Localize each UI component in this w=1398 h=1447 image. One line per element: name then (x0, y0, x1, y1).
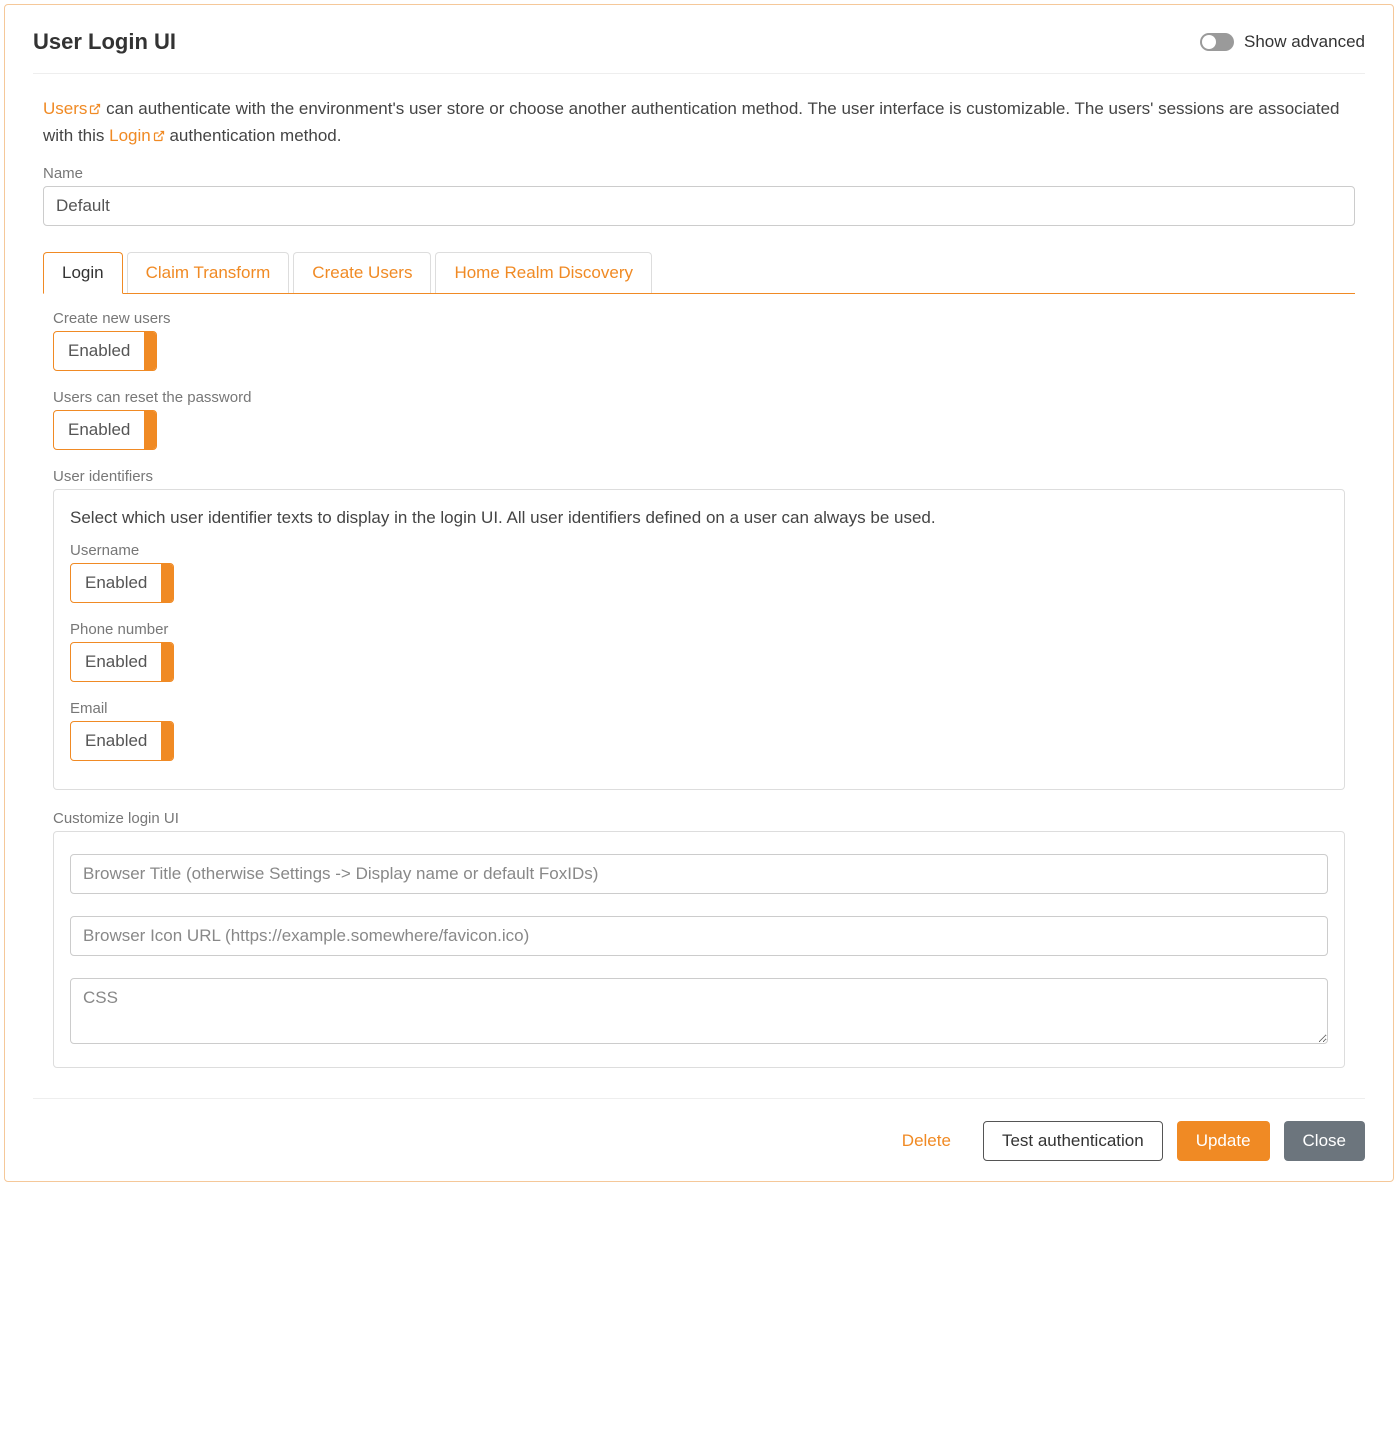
tabs: Login Claim Transform Create Users Home … (43, 252, 1355, 294)
tab-claim-transform[interactable]: Claim Transform (127, 252, 290, 293)
email-toggle[interactable]: Enabled (70, 721, 174, 761)
username-label: Username (70, 542, 1328, 559)
test-authentication-button[interactable]: Test authentication (983, 1121, 1163, 1161)
browser-icon-input[interactable] (70, 916, 1328, 956)
tab-login[interactable]: Login (43, 252, 123, 294)
reset-password-label: Users can reset the password (53, 389, 1345, 406)
toggle-switch-icon[interactable] (1200, 33, 1234, 51)
create-new-users-toggle[interactable]: Enabled (53, 331, 157, 371)
create-new-users-label: Create new users (53, 310, 1345, 327)
customize-login-box (53, 831, 1345, 1068)
css-textarea[interactable] (70, 978, 1328, 1044)
login-link[interactable]: Login (109, 126, 165, 145)
user-identifiers-box: Select which user identifier texts to di… (53, 489, 1345, 790)
show-advanced-label: Show advanced (1244, 32, 1365, 52)
customize-login-label: Customize login UI (53, 810, 1345, 827)
toggle-handle-icon (144, 332, 156, 370)
email-label: Email (70, 700, 1328, 717)
reset-password-toggle[interactable]: Enabled (53, 410, 157, 450)
create-new-users-field: Create new users Enabled (53, 310, 1345, 371)
user-identifiers-label: User identifiers (53, 468, 1345, 485)
users-link[interactable]: Users (43, 99, 101, 118)
browser-title-input[interactable] (70, 854, 1328, 894)
customize-login-section: Customize login UI (53, 810, 1345, 1068)
username-toggle[interactable]: Enabled (70, 563, 174, 603)
tab-home-realm-discovery[interactable]: Home Realm Discovery (435, 252, 652, 293)
page-title: User Login UI (33, 29, 176, 55)
username-field: Username Enabled (70, 542, 1328, 603)
panel-footer: Delete Test authentication Update Close (33, 1098, 1365, 1161)
close-button[interactable]: Close (1284, 1121, 1365, 1161)
phone-label: Phone number (70, 621, 1328, 638)
user-identifiers-section: User identifiers Select which user ident… (53, 468, 1345, 790)
user-login-panel: User Login UI Show advanced Users can au… (4, 4, 1394, 1182)
toggle-handle-icon (161, 643, 173, 681)
external-link-icon (89, 97, 101, 123)
phone-toggle[interactable]: Enabled (70, 642, 174, 682)
phone-field: Phone number Enabled (70, 621, 1328, 682)
email-field: Email Enabled (70, 700, 1328, 761)
tab-create-users[interactable]: Create Users (293, 252, 431, 293)
name-label: Name (43, 165, 1355, 182)
panel-header: User Login UI Show advanced (33, 29, 1365, 74)
update-button[interactable]: Update (1177, 1121, 1270, 1161)
reset-password-field: Users can reset the password Enabled (53, 389, 1345, 450)
intro-text: Users can authenticate with the environm… (43, 96, 1355, 151)
toggle-handle-icon (161, 722, 173, 760)
toggle-handle-icon (161, 564, 173, 602)
delete-button[interactable]: Delete (884, 1122, 969, 1160)
toggle-handle-icon (144, 411, 156, 449)
name-field: Name (43, 165, 1355, 226)
name-input[interactable] (43, 186, 1355, 226)
show-advanced-toggle[interactable]: Show advanced (1200, 32, 1365, 52)
user-identifiers-intro: Select which user identifier texts to di… (70, 508, 1328, 528)
external-link-icon (153, 124, 165, 150)
